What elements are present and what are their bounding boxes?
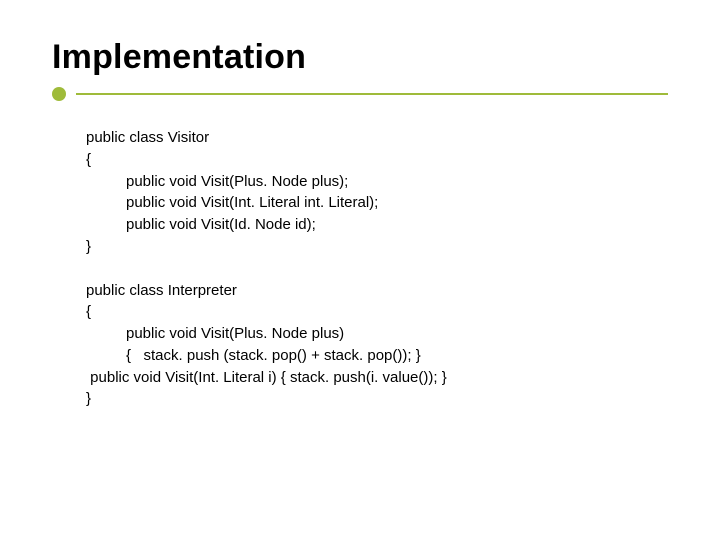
code-line: public void Visit(Plus. Node plus);	[86, 171, 668, 193]
horizontal-rule	[76, 93, 668, 95]
slide: Implementation public class Visitor { pu…	[0, 0, 720, 540]
code-line: public void Visit(Plus. Node plus)	[86, 323, 668, 345]
title-divider	[52, 87, 668, 101]
code-line: {	[86, 301, 668, 323]
code-line: { stack. push (stack. pop() + stack. pop…	[86, 345, 668, 367]
title-row: Implementation	[52, 38, 668, 77]
code-line: public void Visit(Id. Node id);	[86, 214, 668, 236]
slide-title: Implementation	[52, 38, 306, 77]
interpreter-class-block: public class Interpreter { public void V…	[86, 280, 668, 411]
code-line: }	[86, 236, 668, 258]
code-line: }	[86, 388, 668, 410]
code-line: public class Visitor	[86, 127, 668, 149]
code-line: public void Visit(Int. Literal i) { stac…	[86, 367, 668, 389]
visitor-class-block: public class Visitor { public void Visit…	[86, 127, 668, 258]
code-line: public class Interpreter	[86, 280, 668, 302]
code-line: public void Visit(Int. Literal int. Lite…	[86, 192, 668, 214]
bullet-icon	[52, 87, 66, 101]
code-line: {	[86, 149, 668, 171]
code-area: public class Visitor { public void Visit…	[86, 127, 668, 410]
